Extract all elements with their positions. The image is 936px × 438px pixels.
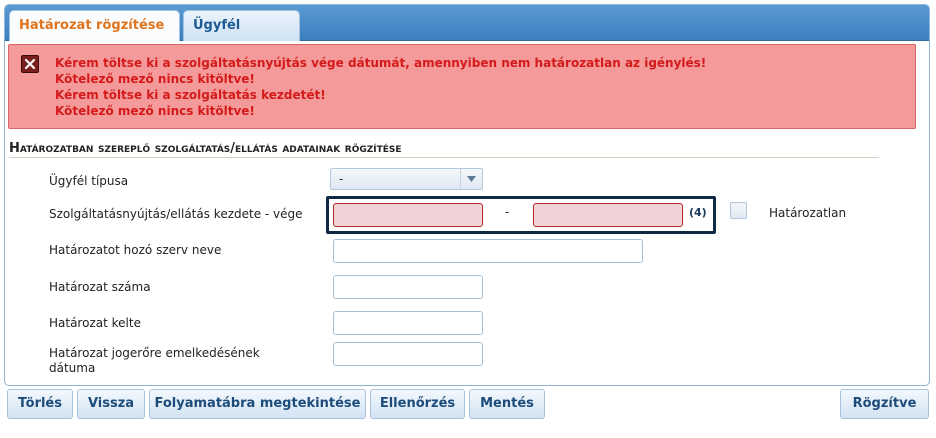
- client-type-value: -: [339, 172, 344, 186]
- error-messages: Kérem töltse ki a szolgáltatásnyújtás vé…: [55, 55, 706, 119]
- error-line: Kérem töltse ki a szolgáltatásnyújtás vé…: [55, 56, 707, 70]
- tab-decision-record[interactable]: Határozat rögzítése: [9, 10, 180, 41]
- save-button[interactable]: Mentés: [469, 389, 545, 419]
- decision-date-input[interactable]: [333, 311, 483, 335]
- error-line: Kötelező mező nincs kitöltve!: [55, 72, 255, 86]
- tab-client-data[interactable]: Ügyfél adatai: [183, 10, 300, 62]
- period-separator: -: [505, 205, 510, 219]
- indefinite-label: Határozatlan: [769, 206, 847, 220]
- flowchart-button[interactable]: Folyamatábra megtekintése: [149, 389, 366, 419]
- decision-date-label: Határozat kelte: [49, 316, 141, 330]
- final-date-input[interactable]: [333, 342, 483, 366]
- period-start-input[interactable]: [333, 203, 483, 227]
- period-counter: (4): [689, 206, 707, 219]
- client-type-label: Ügyfél típusa: [49, 174, 129, 188]
- final-date-label-line: Határozat jogerőre emelkedésének: [49, 346, 260, 360]
- tab-bar: Határozat rögzítése Ügyfél adatai: [5, 5, 929, 62]
- period-end-input[interactable]: [533, 203, 683, 227]
- error-line: Kérem töltse ki a szolgáltatás kezdetét!: [55, 88, 326, 102]
- final-date-label-line: dátuma: [49, 361, 96, 375]
- decision-number-label: Határozat száma: [49, 280, 151, 294]
- period-label: Szolgáltatásnyújtás/ellátás kezdete - vé…: [49, 207, 303, 221]
- back-button[interactable]: Vissza: [77, 389, 145, 419]
- section-title: Határozatban szereplő szolgáltatás/ellát…: [9, 141, 879, 158]
- delete-button[interactable]: Törlés: [7, 389, 73, 419]
- client-type-select[interactable]: -: [330, 168, 483, 190]
- authority-input[interactable]: [333, 239, 643, 263]
- record-button[interactable]: Rögzítve: [840, 389, 929, 419]
- decision-number-input[interactable]: [333, 275, 483, 299]
- chevron-down-icon[interactable]: [460, 169, 482, 189]
- error-close-icon[interactable]: [21, 55, 39, 73]
- check-button[interactable]: Ellenőrzés: [370, 389, 465, 419]
- indefinite-checkbox[interactable]: [730, 202, 747, 219]
- final-date-label: Határozat jogerőre emelkedésének dátuma: [49, 346, 260, 376]
- authority-label: Határozatot hozó szerv neve: [49, 243, 222, 257]
- error-message-box: Kérem töltse ki a szolgáltatásnyújtás vé…: [8, 44, 916, 129]
- error-line: Kötelező mező nincs kitöltve!: [55, 104, 255, 118]
